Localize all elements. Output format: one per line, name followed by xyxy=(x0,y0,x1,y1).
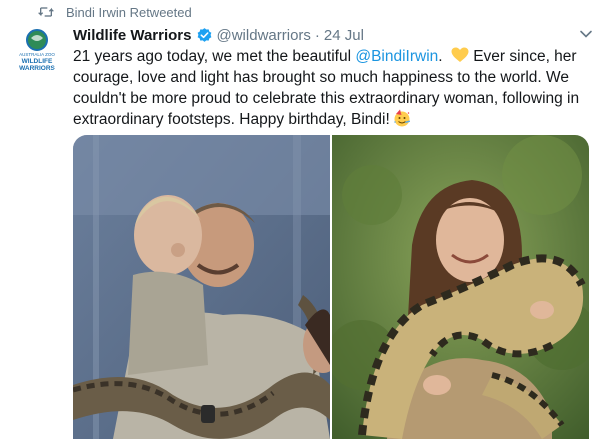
tweet-text-period: . xyxy=(438,48,447,65)
tweet-header: Wildlife Warriors @wildwarriors · 24 Jul xyxy=(73,24,364,46)
media-grid xyxy=(73,135,589,439)
logo-text-3: WARRIORS xyxy=(19,65,55,72)
display-name[interactable]: Wildlife Warriors xyxy=(73,27,192,44)
photo-right-image xyxy=(332,135,589,439)
yellow-heart-icon xyxy=(451,47,469,62)
handle[interactable]: @wildwarriors xyxy=(217,27,311,44)
photo-woman-with-python[interactable] xyxy=(332,135,589,439)
retweet-icon xyxy=(38,7,54,17)
verified-badge-icon xyxy=(197,27,211,42)
mention-link[interactable]: @BindiIrwin xyxy=(355,48,438,65)
tweet-date[interactable]: 24 Jul xyxy=(324,27,364,44)
party-face-icon xyxy=(394,109,410,127)
chevron-down-icon[interactable] xyxy=(579,27,593,41)
separator-dot: · xyxy=(314,26,320,44)
retweet-label: Bindi Irwin Retweeted xyxy=(66,4,192,20)
tweet-text: 21 years ago today, we met the beautiful… xyxy=(73,46,598,130)
photo-father-with-toddler[interactable] xyxy=(73,135,330,439)
retweet-context[interactable]: Bindi Irwin Retweeted xyxy=(38,3,192,21)
logo-text-2: WILDLIFE xyxy=(22,58,53,65)
tweet-text-start: 21 years ago today, we met the beautiful xyxy=(73,48,356,65)
logo-text-1: AUSTRALIA ZOO xyxy=(19,52,55,57)
wildlife-warriors-logo: AUSTRALIA ZOO WILDLIFE WARRIORS xyxy=(19,29,56,72)
photo-left-image xyxy=(73,135,330,439)
avatar[interactable]: AUSTRALIA ZOO WILDLIFE WARRIORS xyxy=(12,26,62,76)
